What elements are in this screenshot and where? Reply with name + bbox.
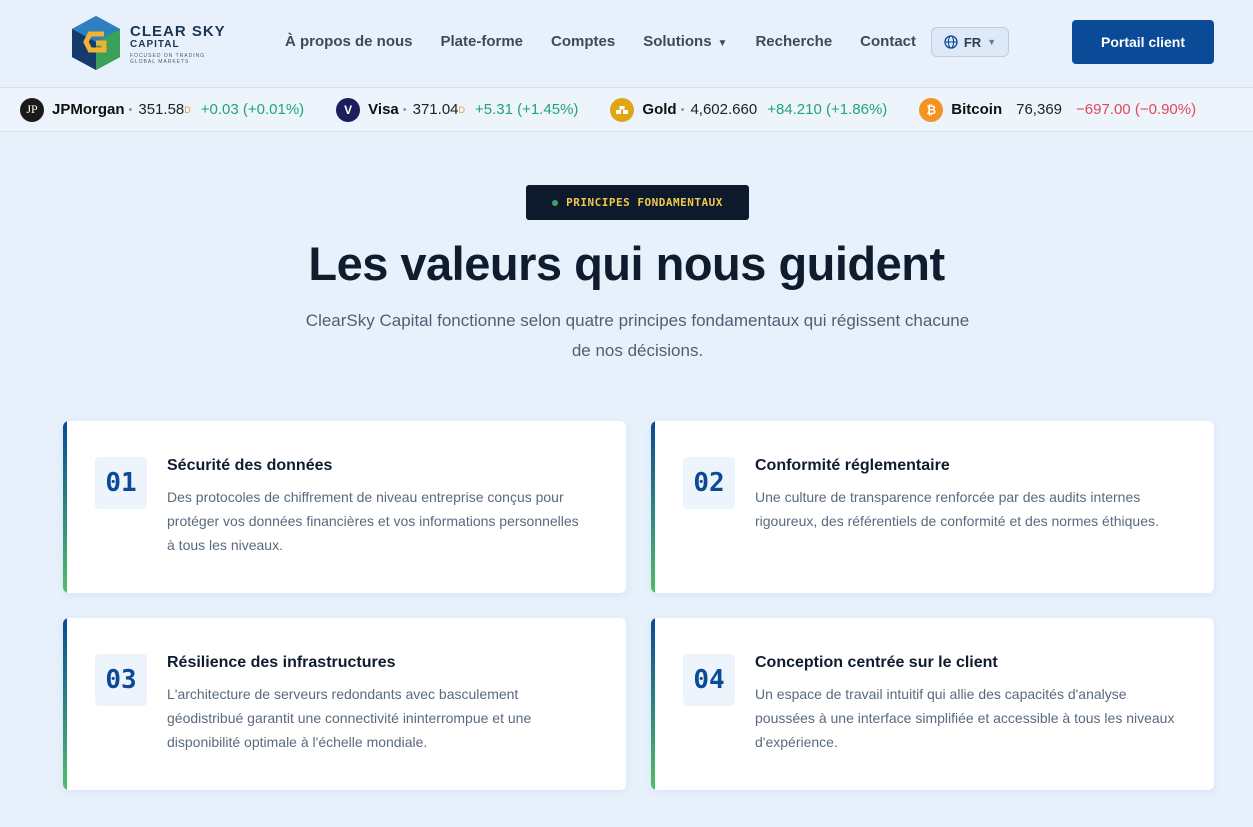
card-description: L'architecture de serveurs redondants av… — [167, 686, 532, 750]
section-badge: PRINCIPES FONDAMENTAUX — [526, 185, 749, 220]
ticker-price: 351.58 — [138, 101, 185, 118]
ticker-price: 76,369 — [1016, 101, 1063, 118]
language-label: FR — [963, 34, 982, 50]
logo[interactable]: CLEAR SKY CAPITAL FOCUSED ON TRADING GLO… — [70, 14, 240, 74]
ticker-name: Bitcoin — [951, 101, 1003, 118]
card-description: Des protocoles de chiffrement de niveau … — [167, 489, 579, 553]
card-description: Une culture de transparence renforcée pa… — [755, 489, 1159, 529]
card-number: 04 — [683, 654, 735, 706]
gold-icon — [610, 97, 635, 122]
separator-dot: • — [680, 103, 685, 116]
ticker-item[interactable]: ₿ Bitcoin 76,369 −697.00 (−0.90%) — [919, 97, 1197, 122]
nav-item-solutions-label: Solutions — [643, 33, 712, 50]
value-card: 01 Sécurité des données Des protocoles d… — [63, 421, 626, 593]
card-accent-bar — [63, 421, 67, 593]
status-dot-icon — [552, 199, 559, 206]
clear-sky-logo-icon — [72, 16, 120, 70]
ticker-delay-marker: D — [184, 104, 191, 115]
ticker-name: Gold — [642, 101, 677, 118]
ticker-delay-marker: D — [458, 104, 466, 115]
logo-tagline: FOCUSED ON TRADING GLOBAL MARKETS — [130, 53, 206, 65]
ticker-item[interactable]: V Visa • 371.04 D +5.31 (+1.45%) — [336, 97, 579, 122]
card-title: Résilience des infrastructures — [167, 654, 396, 671]
card-title: Conformité réglementaire — [755, 457, 950, 474]
card-number: 01 — [95, 457, 147, 509]
nav-item-contact[interactable]: Contact — [860, 33, 916, 50]
page-subtitle: ClearSky Capital fonctionne selon quatre… — [305, 311, 970, 360]
nav-item-platform[interactable]: Plate-forme — [441, 33, 524, 50]
nav-item-accounts[interactable]: Comptes — [551, 33, 615, 50]
market-ticker: JP JPMorgan • 351.58 D +0.03 (+0.01%) V V… — [0, 88, 1253, 132]
logo-name: CLEAR SKY — [130, 23, 226, 40]
ticker-change: +0.03 (+0.01%) — [200, 101, 305, 118]
card-accent-bar — [63, 618, 67, 790]
card-accent-bar — [651, 421, 655, 593]
page-title: Les valeurs qui nous guident — [308, 237, 945, 290]
ticker-change: +5.31 (+1.45%) — [475, 101, 579, 118]
value-card: 04 Conception centrée sur le client Un e… — [651, 618, 1214, 790]
main-nav: À propos de nous Plate-forme Comptes Sol… — [285, 33, 944, 50]
logo-sub: CAPITAL — [130, 39, 180, 50]
client-portal-button[interactable]: Portail client — [1072, 20, 1214, 64]
jpmorgan-icon: JP — [20, 97, 44, 122]
chevron-down-icon: ▼ — [717, 38, 728, 49]
value-card: 02 Conformité réglementaire Une culture … — [651, 421, 1214, 593]
language-selector[interactable]: FR ▼ — [931, 27, 1009, 57]
ticker-price: 371.04 — [412, 101, 459, 118]
card-title: Sécurité des données — [167, 457, 333, 474]
chevron-down-icon: ▼ — [987, 37, 997, 47]
card-description: Un espace de travail intuitif qui allie … — [755, 686, 1175, 750]
card-number: 03 — [95, 654, 147, 706]
ticker-item[interactable]: JP JPMorgan • 351.58 D +0.03 (+0.01%) — [20, 97, 305, 122]
card-number: 02 — [683, 457, 735, 509]
site-header: CLEAR SKY CAPITAL FOCUSED ON TRADING GLO… — [0, 0, 1253, 88]
value-card: 03 Résilience des infrastructures L'arch… — [63, 618, 626, 790]
ticker-name: JPMorgan — [52, 101, 125, 118]
section-badge-label: PRINCIPES FONDAMENTAUX — [566, 196, 723, 209]
separator-dot: • — [402, 103, 407, 116]
ticker-change: +84.210 (+1.86%) — [767, 101, 888, 118]
visa-icon: V — [336, 97, 361, 122]
nav-item-research[interactable]: Recherche — [755, 33, 832, 50]
nav-item-solutions[interactable]: Solutions ▼ — [643, 33, 727, 50]
ticker-name: Visa — [368, 101, 399, 118]
nav-item-about[interactable]: À propos de nous — [285, 33, 413, 50]
card-accent-bar — [651, 618, 655, 790]
ticker-item[interactable]: Gold • 4,602.660 +84.210 (+1.86%) — [610, 97, 888, 122]
card-title: Conception centrée sur le client — [755, 654, 998, 671]
globe-icon — [944, 35, 958, 49]
ticker-price: 4,602.660 — [690, 101, 758, 118]
separator-dot: • — [128, 103, 133, 116]
ticker-change: −697.00 (−0.90%) — [1076, 101, 1197, 118]
bitcoin-icon: ₿ — [919, 97, 944, 122]
